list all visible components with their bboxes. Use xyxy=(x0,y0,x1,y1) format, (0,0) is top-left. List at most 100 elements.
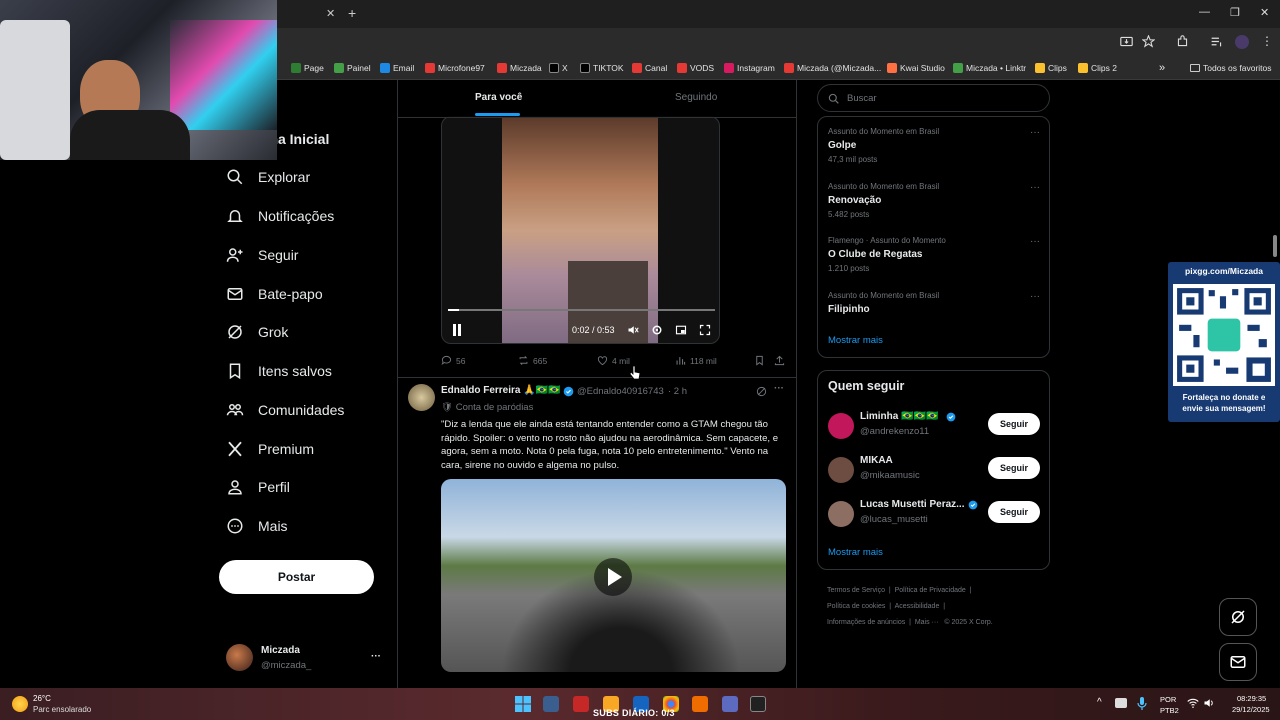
media-control-icon[interactable] xyxy=(1210,35,1223,48)
bookmark-icon[interactable] xyxy=(754,355,765,366)
menu-kebab-icon[interactable]: ⋮ xyxy=(1261,34,1273,48)
bookmark-item[interactable]: Miczada (@Miczada... xyxy=(784,60,881,76)
footer-link[interactable]: Informações de anúncios xyxy=(827,619,905,626)
video-thumbnail[interactable] xyxy=(441,479,786,672)
messages-floating-button[interactable] xyxy=(1219,643,1257,681)
app-icon[interactable] xyxy=(750,696,766,712)
footer-link[interactable]: Termos de Serviço xyxy=(827,587,885,594)
bookmark-item[interactable]: Page xyxy=(291,60,324,76)
bookmark-item[interactable]: Canal xyxy=(632,60,667,76)
bookmark-item[interactable]: X xyxy=(549,60,568,76)
sidebar-item-bate-papo[interactable]: Bate-papo xyxy=(226,285,323,303)
trend-item[interactable]: Flamengo · Assunto do Momento O Clube de… xyxy=(828,236,1040,273)
bookmark-item[interactable]: VODS xyxy=(677,60,714,76)
sidebar-item-grok[interactable]: Grok xyxy=(226,323,288,341)
tweet[interactable]: Ednaldo Ferreira 🙏🇧🇷🇧🇷 @Ednaldo40916743 … xyxy=(398,377,796,690)
grok-floating-button[interactable] xyxy=(1219,598,1257,636)
app-icon[interactable] xyxy=(692,696,708,712)
account-switcher[interactable]: Miczada @miczada_ ··· xyxy=(226,642,386,676)
sidebar-item-comunidades[interactable]: Comunidades xyxy=(226,401,344,419)
bookmark-item[interactable]: Instagram xyxy=(724,60,775,76)
sidebar-item-mais[interactable]: Mais xyxy=(226,517,288,535)
reply-button[interactable]: 56 xyxy=(441,355,465,366)
more-icon[interactable]: ··· xyxy=(774,383,784,394)
bookmark-item[interactable]: Clips xyxy=(1035,60,1067,76)
bookmarks-overflow-button[interactable]: » xyxy=(1159,60,1165,76)
like-button[interactable]: 4 mil xyxy=(597,355,630,366)
mute-icon[interactable] xyxy=(627,324,639,336)
tweet-author-name[interactable]: Ednaldo Ferreira 🙏🇧🇷🇧🇷 xyxy=(441,385,561,396)
bookmark-item[interactable]: TIKTOK xyxy=(580,60,624,76)
microphone-icon[interactable] xyxy=(1137,697,1147,710)
tweet-time[interactable]: · 2 h xyxy=(668,386,687,397)
follow-button[interactable]: Seguir xyxy=(988,413,1040,435)
app-icon[interactable] xyxy=(722,696,738,712)
post-button[interactable]: Postar xyxy=(219,560,374,594)
footer-link[interactable]: Política de Privacidade xyxy=(895,587,966,594)
wifi-icon[interactable] xyxy=(1187,697,1199,709)
input-language[interactable]: POR xyxy=(1160,695,1176,704)
sidebar-item-seguir[interactable]: Seguir xyxy=(226,246,298,264)
show-more-follow-link[interactable]: Mostrar mais xyxy=(828,547,883,558)
search-input[interactable]: Buscar xyxy=(817,84,1050,112)
more-icon[interactable]: ··· xyxy=(1030,182,1040,193)
bookmark-item[interactable]: Microfone97 xyxy=(425,60,485,76)
settings-gear-icon[interactable] xyxy=(543,696,559,712)
show-more-trends-link[interactable]: Mostrar mais xyxy=(828,335,883,346)
app-icon[interactable] xyxy=(573,696,589,712)
trend-item[interactable]: Assunto do Momento em Brasil Filipinho ·… xyxy=(828,291,1040,315)
bookmark-item[interactable]: Email xyxy=(380,60,414,76)
tab-para-voce[interactable]: Para você xyxy=(475,92,522,103)
share-icon[interactable] xyxy=(774,355,785,366)
bookmark-item[interactable]: Clips 2 xyxy=(1078,60,1117,76)
tweet-handle[interactable]: @Ednaldo40916743 xyxy=(577,386,664,397)
windows-start-icon[interactable] xyxy=(515,696,531,712)
fullscreen-icon[interactable] xyxy=(699,324,711,336)
footer-link[interactable]: Política de cookies xyxy=(827,603,885,610)
more-icon[interactable]: ··· xyxy=(1030,127,1040,138)
progress-track[interactable] xyxy=(448,309,715,311)
follow-suggestion[interactable]: Liminha 🇧🇷🇧🇷🇧🇷 @andrekenzo11 Seguir xyxy=(828,411,1040,447)
sidebar-item-premium[interactable]: Premium xyxy=(226,440,314,458)
bookmark-item[interactable]: Kwai Studio xyxy=(887,60,945,76)
all-favorites-folder[interactable]: Todos os favoritos xyxy=(1190,60,1272,76)
follow-button[interactable]: Seguir xyxy=(988,501,1040,523)
follow-button[interactable]: Seguir xyxy=(988,457,1040,479)
profile-avatar[interactable] xyxy=(1235,35,1249,49)
chevron-up-icon[interactable]: ^ xyxy=(1097,697,1102,708)
minimize-icon[interactable]: — xyxy=(1199,6,1210,18)
trend-item[interactable]: Assunto do Momento em Brasil Golpe 47,3 … xyxy=(828,127,1040,164)
more-icon[interactable]: ··· xyxy=(371,651,381,662)
weather-icon[interactable] xyxy=(12,696,28,712)
sidebar-item-notificacoes[interactable]: Notificações xyxy=(226,207,334,225)
tray-app-icon[interactable] xyxy=(1115,698,1127,708)
browser-tab[interactable]: ✕ xyxy=(276,0,344,28)
trend-item[interactable]: Assunto do Momento em Brasil Renovação 5… xyxy=(828,182,1040,219)
play-icon[interactable] xyxy=(593,557,633,597)
pip-icon[interactable] xyxy=(675,324,687,336)
sidebar-item-explorar[interactable]: Explorar xyxy=(226,168,310,186)
scrollbar-thumb[interactable] xyxy=(1273,235,1277,257)
keyboard-layout[interactable]: PTB2 xyxy=(1160,706,1179,715)
extensions-icon[interactable] xyxy=(1176,35,1189,48)
close-window-icon[interactable]: ✕ xyxy=(1260,6,1269,19)
sidebar-item-perfil[interactable]: Perfil xyxy=(226,478,290,496)
new-tab-icon[interactable]: + xyxy=(348,5,356,21)
install-app-icon[interactable] xyxy=(1120,35,1133,48)
tab-seguindo[interactable]: Seguindo xyxy=(675,92,717,103)
footer-link[interactable]: Acessibilidade xyxy=(895,603,940,610)
bookmark-item[interactable]: Painel xyxy=(334,60,371,76)
footer-link[interactable]: Mais ··· xyxy=(915,619,939,626)
close-tab-icon[interactable]: ✕ xyxy=(326,7,335,20)
repost-button[interactable]: 665 xyxy=(518,355,547,366)
more-icon[interactable]: ··· xyxy=(1030,236,1040,247)
pause-icon[interactable] xyxy=(452,324,462,336)
star-icon[interactable] xyxy=(1142,35,1155,48)
follow-suggestion[interactable]: MIKAA @mikaamusic Seguir xyxy=(828,455,1040,491)
views-button[interactable]: 118 mil xyxy=(675,355,717,366)
follow-suggestion[interactable]: Lucas Musetti Peraz... @lucas_musetti Se… xyxy=(828,499,1040,535)
restore-icon[interactable]: ❐ xyxy=(1230,6,1240,19)
bookmark-item[interactable]: Miczada • Linktr xyxy=(953,60,1026,76)
grok-icon[interactable] xyxy=(756,386,767,397)
sidebar-item-itens-salvos[interactable]: Itens salvos xyxy=(226,362,332,380)
